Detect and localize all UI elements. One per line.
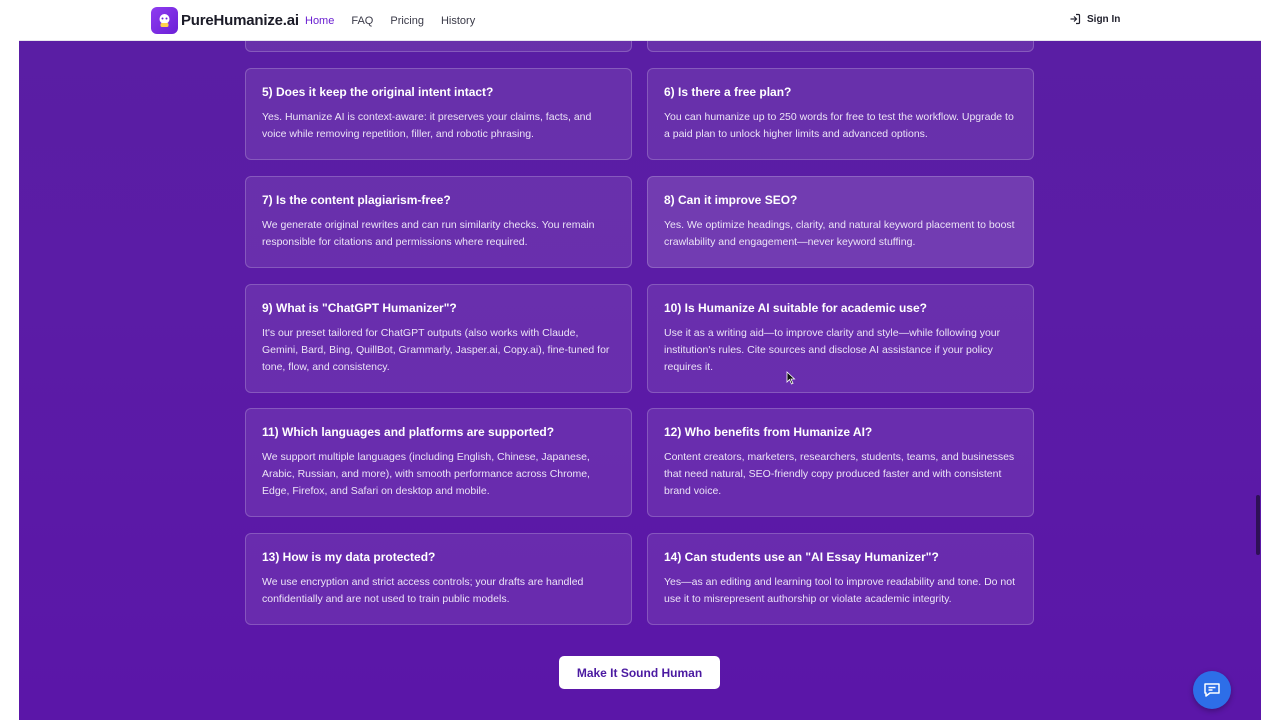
scrollbar-thumb[interactable] <box>1256 495 1260 555</box>
faq-card[interactable]: 13) How is my data protected? We use enc… <box>245 533 632 625</box>
faq-answer: We generate original rewrites and can ru… <box>262 219 595 248</box>
faq-card[interactable]: 9) What is "ChatGPT Humanizer"? It's our… <box>245 284 632 393</box>
faq-answer: Use it as a writing aid—to improve clari… <box>664 327 1001 373</box>
faq-question: 9) What is "ChatGPT Humanizer"? <box>262 301 457 315</box>
faq-answer: It's our preset tailored for ChatGPT out… <box>262 327 610 373</box>
faq-question: 7) Is the content plagiarism-free? <box>262 193 451 207</box>
chat-button[interactable] <box>1193 671 1231 709</box>
brand-logo[interactable]: PureHumanize.ai <box>151 7 299 34</box>
faq-question: 10) Is Humanize AI suitable for academic… <box>664 301 927 315</box>
faq-answer: Content creators, marketers, researchers… <box>664 451 1015 497</box>
faq-answer: Yes. Humanize AI is context-aware: it pr… <box>262 111 592 140</box>
faq-card[interactable]: 6) Is there a free plan? You can humaniz… <box>647 68 1034 160</box>
mouse-cursor-icon <box>786 371 796 385</box>
faq-card[interactable]: 12) Who benefits from Humanize AI? Conte… <box>647 408 1034 517</box>
chat-bubble-icon <box>1204 683 1220 697</box>
logo-icon <box>151 7 178 34</box>
faq-answer: Yes. We optimize headings, clarity, and … <box>664 219 1015 248</box>
faq-question: 5) Does it keep the original intent inta… <box>262 85 494 99</box>
faq-question: 11) Which languages and platforms are su… <box>262 425 555 439</box>
faq-card[interactable]: 5) Does it keep the original intent inta… <box>245 68 632 160</box>
faq-question: 13) How is my data protected? <box>262 550 436 564</box>
faq-card[interactable]: 10) Is Humanize AI suitable for academic… <box>647 284 1034 393</box>
nav-link-pricing[interactable]: Pricing <box>390 15 424 27</box>
faq-answer: You can humanize up to 250 words for fre… <box>664 111 1014 140</box>
nav-link-home[interactable]: Home <box>305 15 334 27</box>
nav-link-history[interactable]: History <box>441 15 475 27</box>
faq-card[interactable]: 7) Is the content plagiarism-free? We ge… <box>245 176 632 268</box>
faq-question: 14) Can students use an "AI Essay Humani… <box>664 550 939 564</box>
page-frame: 5) Does it keep the original intent inta… <box>19 0 1261 720</box>
sign-in-label: Sign In <box>1087 13 1121 25</box>
faq-question: 8) Can it improve SEO? <box>664 193 798 207</box>
faq-card[interactable]: 8) Can it improve SEO? Yes. We optimize … <box>647 176 1034 268</box>
faq-card[interactable]: 11) Which languages and platforms are su… <box>245 408 632 517</box>
nav-links: Home FAQ Pricing History <box>305 0 492 41</box>
faq-question: 6) Is there a free plan? <box>664 85 792 99</box>
faq-answer: Yes—as an editing and learning tool to i… <box>664 576 1016 605</box>
sign-in-icon <box>1070 13 1081 25</box>
nav-link-faq[interactable]: FAQ <box>351 15 373 27</box>
sign-in-button[interactable]: Sign In <box>1069 13 1120 25</box>
faq-card[interactable]: 14) Can students use an "AI Essay Humani… <box>647 533 1034 625</box>
faq-question: 12) Who benefits from Humanize AI? <box>664 425 873 439</box>
faq-answer: We support multiple languages (including… <box>262 451 590 497</box>
make-it-sound-human-button[interactable]: Make It Sound Human <box>559 656 720 689</box>
brand-name: PureHumanize.ai <box>181 12 299 29</box>
top-navbar: PureHumanize.ai Home FAQ Pricing History… <box>19 0 1261 41</box>
faq-answer: We use encryption and strict access cont… <box>262 576 584 605</box>
